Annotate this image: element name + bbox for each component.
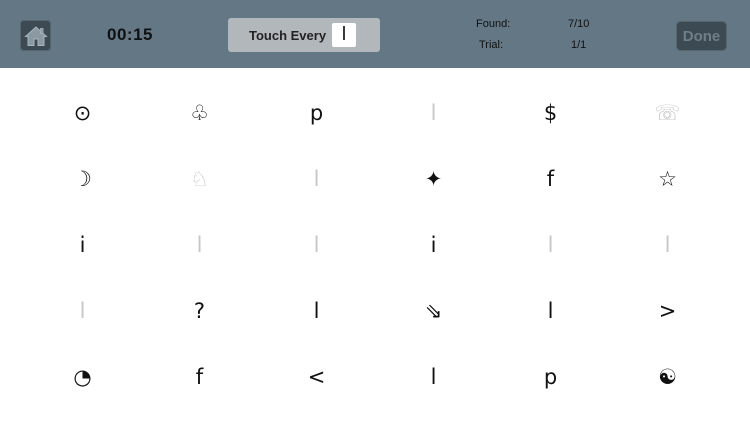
trial-label: Trial: xyxy=(479,39,504,51)
found-label: Found: xyxy=(476,18,511,30)
found-value: 7/10 xyxy=(568,18,590,30)
symbol-grid: ⊙ ♧ p l $ ☏ ☽ ♘ l ✦ f ☆ i l l i l l l? l ⇘ l > ◔ f < l p ☯ xyxy=(24,80,726,410)
grid-cell[interactable]: > xyxy=(609,278,726,344)
home-icon xyxy=(23,25,48,46)
grid-cell[interactable]: ☽ xyxy=(24,146,141,212)
target-label: Touch Every xyxy=(249,27,327,43)
grid-cell[interactable]: ☯ xyxy=(609,344,726,410)
grid-cell[interactable]: p xyxy=(492,344,609,410)
grid-cell[interactable]: l xyxy=(375,344,492,410)
grid-cell[interactable]: l xyxy=(375,80,492,146)
grid-cell[interactable]: ♧ xyxy=(141,80,258,146)
grid-cell[interactable]: l xyxy=(141,212,258,278)
done-button[interactable]: Done xyxy=(676,21,727,51)
trial-value: 1/1 xyxy=(571,39,587,51)
grid-cell[interactable]: ✦ xyxy=(375,146,492,212)
grid-cell[interactable]: $ xyxy=(492,80,609,146)
grid-cell[interactable]: l xyxy=(258,212,375,278)
target-symbol: l xyxy=(332,23,356,47)
top-bar: 00:15 Touch Every l Found: 7/10 Trial: 1… xyxy=(0,0,750,68)
grid-cell[interactable]: f xyxy=(141,344,258,410)
grid-cell[interactable]: ◔ xyxy=(24,344,141,410)
grid-cell[interactable]: f xyxy=(492,146,609,212)
grid-cell[interactable]: l xyxy=(492,278,609,344)
home-button[interactable] xyxy=(20,20,51,51)
grid-cell[interactable]: p xyxy=(258,80,375,146)
grid-cell[interactable]: ☆ xyxy=(609,146,726,212)
target-prompt: Touch Every l xyxy=(228,18,380,52)
grid-cell[interactable]: < xyxy=(258,344,375,410)
grid-cell[interactable]: ⊙ xyxy=(24,80,141,146)
grid-cell[interactable]: ☏ xyxy=(609,80,726,146)
grid-cell[interactable]: i xyxy=(24,212,141,278)
grid-cell[interactable]: ♘ xyxy=(141,146,258,212)
grid-cell[interactable]: ⇘ xyxy=(375,278,492,344)
grid-cell[interactable]: l xyxy=(258,278,375,344)
grid-cell[interactable]: l xyxy=(492,212,609,278)
grid-cell[interactable]: l xyxy=(24,278,141,344)
grid-cell[interactable]: i xyxy=(375,212,492,278)
timer: 00:15 xyxy=(107,25,153,44)
grid-cell[interactable]: ? xyxy=(141,278,258,344)
grid-cell[interactable]: l xyxy=(258,146,375,212)
grid-cell[interactable]: l xyxy=(609,212,726,278)
